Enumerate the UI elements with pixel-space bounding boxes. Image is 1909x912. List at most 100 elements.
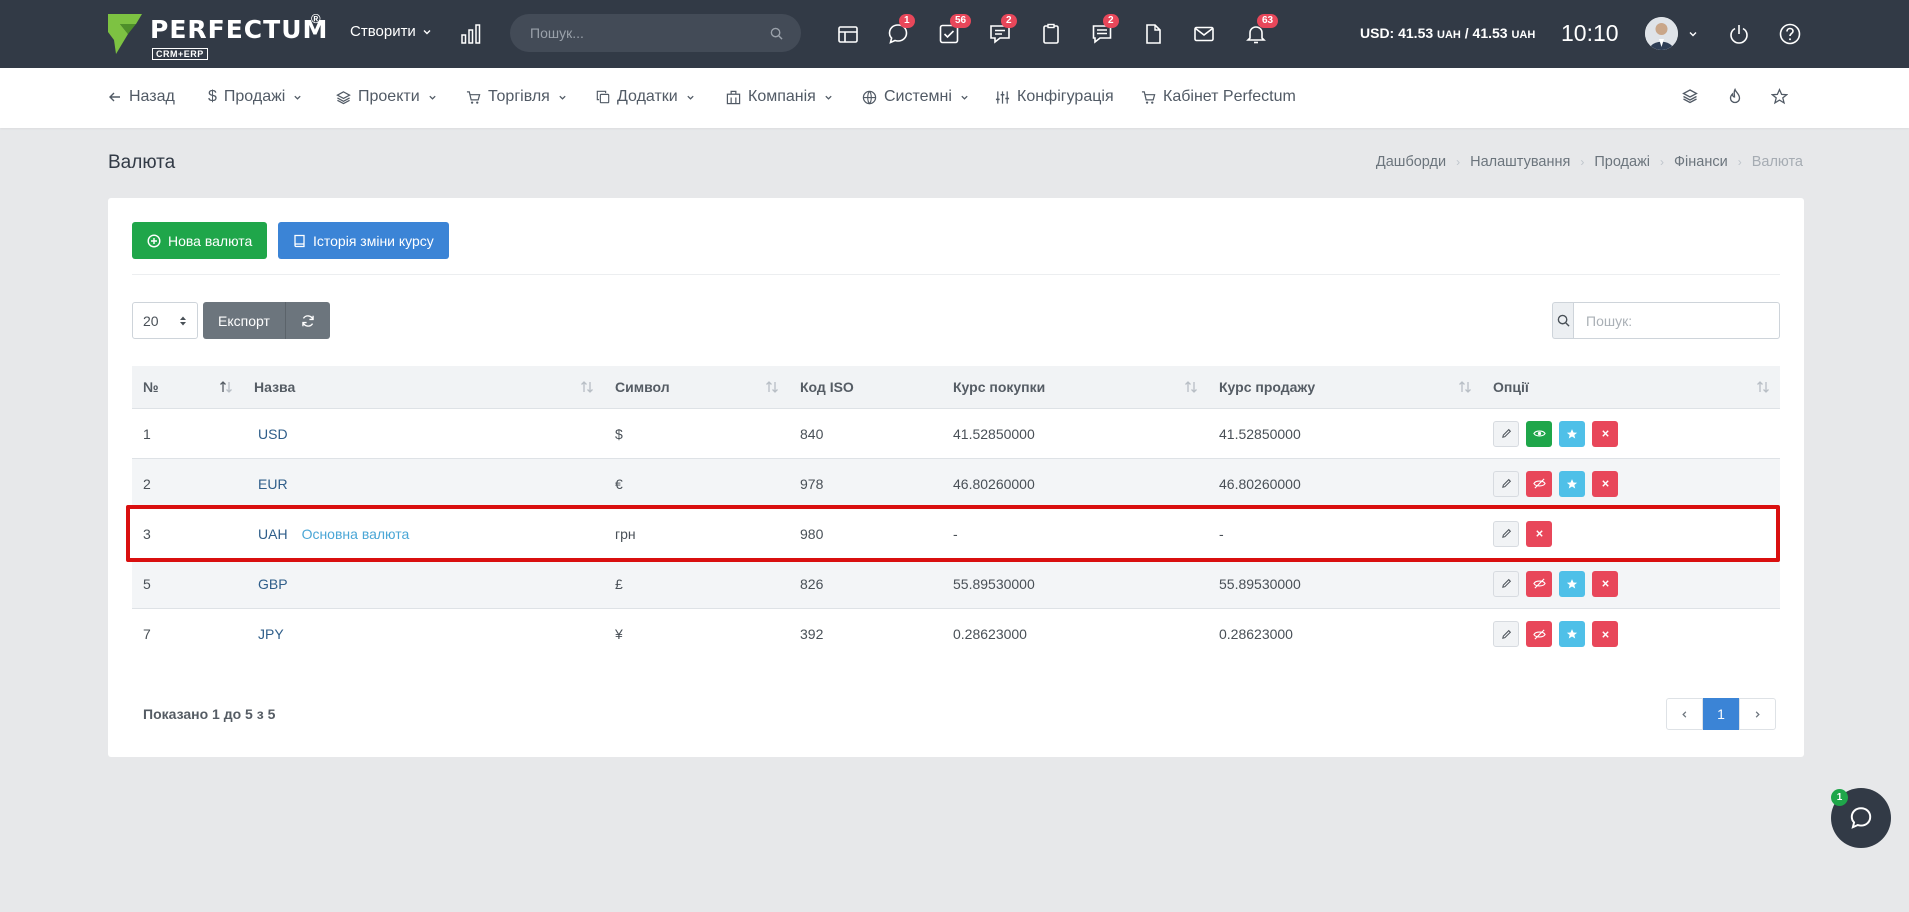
visible-toggle-button[interactable] (1526, 420, 1552, 447)
layers-icon[interactable] (1682, 88, 1698, 104)
search-icon[interactable] (770, 27, 783, 40)
sort-icon (581, 380, 593, 393)
sort-asc-icon (220, 380, 232, 393)
nav-config[interactable]: Конфігурація (995, 88, 1114, 106)
nav-company[interactable]: Компанія (726, 88, 833, 106)
tasks-check-icon[interactable]: 56 (937, 14, 972, 46)
currency-name-link[interactable]: EUR (258, 476, 288, 492)
breadcrumb-dashboards[interactable]: Дашборди (1376, 154, 1446, 170)
delete-button[interactable] (1592, 570, 1618, 597)
help-icon[interactable] (1778, 22, 1802, 46)
cell-number: 5 (143, 575, 151, 592)
edit-button[interactable] (1493, 520, 1519, 547)
messages-icon[interactable]: 2 (1090, 14, 1119, 46)
main-nav: Назад $ Продажі Проекти Торгівля Додатки… (0, 68, 1909, 128)
edit-button[interactable] (1493, 570, 1519, 597)
favorite-button[interactable] (1559, 570, 1585, 597)
table-row: 1 USD $ 840 41.52850000 41.52850000 (132, 409, 1780, 459)
chat-bubble-icon[interactable]: 1 (886, 14, 915, 46)
edit-button[interactable] (1493, 621, 1519, 647)
col-iso[interactable]: Код ISO (789, 366, 942, 409)
export-group: Експорт (203, 302, 330, 339)
create-dropdown[interactable]: Створити (350, 23, 432, 40)
col-symbol[interactable]: Символ (604, 366, 789, 409)
favorite-button[interactable] (1559, 621, 1585, 647)
hidden-toggle-button[interactable] (1526, 621, 1552, 647)
global-search-input[interactable] (530, 25, 750, 41)
rate-history-button[interactable]: Історія зміни курсу (278, 222, 449, 259)
logo[interactable]: PERFECTUM ® CRM+ERP (106, 11, 327, 60)
avatar[interactable] (1645, 17, 1678, 50)
nav-back[interactable]: Назад (108, 88, 175, 106)
col-number[interactable]: № (132, 366, 243, 409)
nav-projects[interactable]: Проекти (336, 88, 437, 106)
nav-trade[interactable]: Торгівля (466, 88, 567, 106)
tasks-badge: 56 (950, 14, 972, 28)
file-icon[interactable] (1141, 22, 1165, 46)
table-search-input[interactable] (1573, 302, 1780, 339)
star-icon (1566, 578, 1578, 588)
col-options[interactable]: Опції (1482, 366, 1780, 409)
comments-icon[interactable]: 2 (988, 14, 1017, 46)
clipboard-icon[interactable] (1039, 22, 1063, 46)
currency-name-link[interactable]: JPY (258, 626, 284, 642)
star-icon[interactable] (1771, 88, 1788, 105)
user-menu-chevron-icon[interactable] (1688, 29, 1698, 39)
bell-icon[interactable]: 63 (1244, 14, 1279, 46)
nav-system-label: Системні (884, 88, 952, 105)
chevron-down-icon (961, 95, 968, 100)
cell-buy-rate: - (953, 525, 958, 542)
favorite-button[interactable] (1559, 470, 1585, 497)
export-button[interactable]: Експорт (203, 302, 286, 339)
cell-symbol: $ (615, 425, 623, 442)
cell-symbol: ¥ (615, 626, 623, 642)
edit-button[interactable] (1493, 420, 1519, 447)
table-row: 3 UAH Основна валюта грн 980 - - (132, 509, 1780, 559)
col-name[interactable]: Назва (243, 366, 604, 409)
pagination-page[interactable]: 1 (1703, 698, 1739, 730)
rate-unit-2: UAH (1511, 29, 1536, 41)
delete-button[interactable] (1592, 420, 1618, 447)
hidden-toggle-button[interactable] (1526, 470, 1552, 497)
nav-addons[interactable]: Додатки (596, 88, 695, 106)
stats-chart-icon[interactable] (460, 23, 482, 45)
chevron-left-icon (1682, 710, 1687, 718)
edit-button[interactable] (1493, 470, 1519, 497)
top-bar: PERFECTUM ® CRM+ERP Створити 1 56 2 2 (0, 0, 1909, 68)
breadcrumb-finance[interactable]: Фінанси (1674, 154, 1728, 170)
global-search[interactable] (510, 14, 801, 52)
currency-name-link[interactable]: USD (258, 426, 288, 442)
new-currency-button[interactable]: Нова валюта (132, 222, 268, 259)
cell-symbol: £ (615, 575, 623, 592)
cell-sell-rate: 41.52850000 (1219, 425, 1301, 442)
pagination-next[interactable] (1739, 698, 1776, 730)
eye-icon (1532, 430, 1546, 437)
page-size-value: 20 (143, 312, 159, 329)
nav-cabinet[interactable]: Кабінет Perfectum (1141, 88, 1296, 106)
hidden-toggle-button[interactable] (1526, 570, 1552, 597)
calendar-grid-icon[interactable] (836, 22, 860, 46)
breadcrumb-settings[interactable]: Налаштування (1470, 154, 1570, 170)
nav-system[interactable]: Системні (862, 88, 969, 106)
nav-company-label: Компанія (748, 88, 816, 105)
delete-button[interactable] (1526, 520, 1552, 547)
breadcrumb-sales[interactable]: Продажі (1594, 154, 1650, 170)
fire-icon[interactable] (1727, 88, 1743, 104)
chevron-down-icon (294, 95, 301, 100)
col-sell[interactable]: Курс продажу (1208, 366, 1482, 409)
pagination-prev[interactable] (1666, 698, 1703, 730)
delete-button[interactable] (1592, 470, 1618, 497)
power-icon[interactable] (1728, 23, 1750, 45)
delete-button[interactable] (1592, 621, 1618, 647)
favorite-button[interactable] (1559, 420, 1585, 447)
refresh-button[interactable] (286, 302, 330, 339)
nav-config-label: Конфігурація (1017, 88, 1114, 105)
page-size-select[interactable]: 20 (132, 302, 198, 339)
mail-icon[interactable] (1192, 22, 1216, 46)
cell-sell-rate: 55.89530000 (1219, 575, 1301, 592)
nav-cabinet-label: Кабінет Perfectum (1163, 88, 1296, 105)
currency-name-link[interactable]: UAH (258, 526, 288, 542)
nav-sales[interactable]: $ Продажі (208, 88, 302, 106)
col-buy[interactable]: Курс покупки (942, 366, 1208, 409)
currency-name-link[interactable]: GBP (258, 576, 288, 592)
